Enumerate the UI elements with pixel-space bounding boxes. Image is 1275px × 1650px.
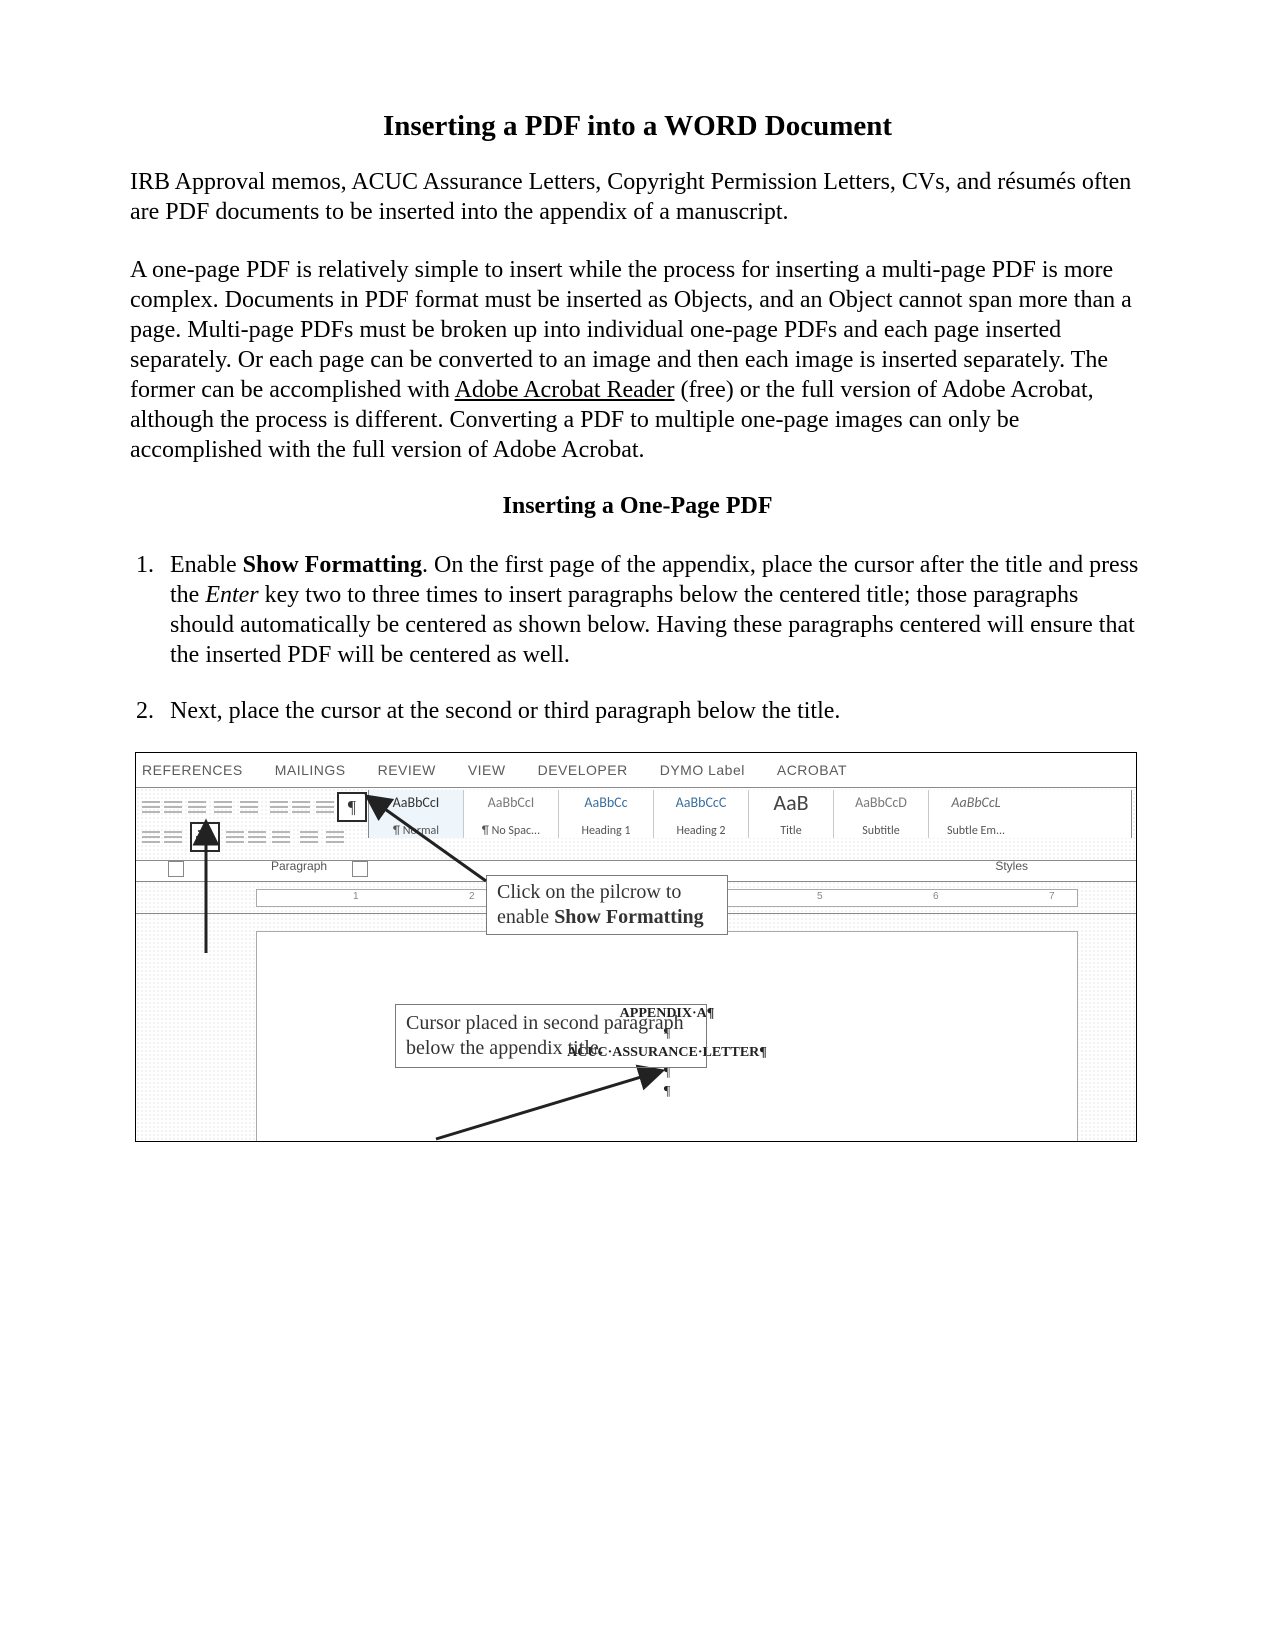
style-subtle-em[interactable]: AaBbCcL Subtle Em... [929, 790, 1023, 838]
intro-paragraph-1: IRB Approval memos, ACUC Assurance Lette… [130, 167, 1145, 227]
tab-acrobat[interactable]: ACROBAT [777, 762, 847, 778]
style-nospacing-preview: AaBbCcI [470, 792, 552, 814]
page: Inserting a PDF into a WORD Document IRB… [0, 0, 1275, 1650]
align-left-icon[interactable] [164, 828, 182, 844]
tab-view[interactable]: VIEW [468, 762, 506, 778]
ruler-mark-1: 1 [353, 891, 359, 902]
style-normal[interactable]: AaBbCcI ¶ Normal [369, 790, 464, 838]
step-1-lead: Enable [170, 552, 243, 578]
paragraph-group-launcher-icon[interactable] [352, 861, 368, 877]
style-title[interactable]: AaB Title [749, 790, 834, 838]
borders-icon[interactable] [326, 828, 344, 844]
step-1: Enable Show Formatting. On the first pag… [160, 550, 1145, 670]
page-title: Inserting a PDF into a WORD Document [130, 110, 1145, 143]
font-color-icon[interactable] [142, 828, 160, 844]
style-heading1-preview: AaBbCc [565, 792, 647, 814]
ribbon-tabs: REFERENCES MAILINGS REVIEW VIEW DEVELOPE… [136, 753, 1136, 788]
ruler-mark-7: 7 [1049, 891, 1055, 902]
bullets-icon[interactable] [188, 798, 206, 814]
font-group-launcher-icon[interactable] [168, 861, 184, 877]
style-heading2-label: Heading 2 [660, 824, 742, 838]
sort-icon[interactable] [316, 798, 334, 814]
styles-group-label: Styles [995, 859, 1028, 873]
doc-line-5: ¶ [257, 1082, 1077, 1102]
steps-list: Enable Show Formatting. On the first pag… [130, 550, 1145, 726]
tab-dymo[interactable]: DYMO Label [660, 762, 745, 778]
style-subtle-em-preview: AaBbCcL [935, 792, 1017, 814]
step-1-bold: Show Formatting [243, 552, 422, 578]
justify-icon[interactable] [248, 828, 266, 844]
line-spacing-icon[interactable] [272, 828, 290, 844]
numbering-icon[interactable] [214, 798, 232, 814]
style-subtle-em-label: Subtle Em... [935, 824, 1017, 838]
style-nospacing[interactable]: AaBbCcI ¶ No Spac... [464, 790, 559, 838]
section-heading: Inserting a One-Page PDF [130, 493, 1145, 520]
decrease-indent-icon[interactable] [270, 798, 288, 814]
font-dropdown-icon[interactable] [142, 798, 160, 814]
align-center-button[interactable] [190, 822, 220, 852]
increase-indent-icon[interactable] [292, 798, 310, 814]
style-subtitle-label: Subtitle [840, 824, 922, 838]
adobe-reader-link[interactable]: Adobe Acrobat Reader [455, 377, 675, 403]
styles-gallery: AaBbCcI ¶ Normal AaBbCcI ¶ No Spac... Aa… [368, 790, 1132, 838]
ruler-mark-2: 2 [469, 891, 475, 902]
tab-review[interactable]: REVIEW [378, 762, 436, 778]
step-2: Next, place the cursor at the second or … [160, 696, 1145, 726]
tab-developer[interactable]: DEVELOPER [538, 762, 628, 778]
style-nospacing-label: ¶ No Spac... [470, 824, 552, 838]
pilcrow-callout-l1: Click on the pilcrow to [497, 881, 681, 903]
word-screenshot: REFERENCES MAILINGS REVIEW VIEW DEVELOPE… [135, 752, 1137, 1142]
align-right-icon[interactable] [226, 828, 244, 844]
style-subtitle[interactable]: AaBbCcD Subtitle [834, 790, 929, 838]
pilcrow-callout: Click on the pilcrow to enable Show Form… [486, 875, 728, 935]
pilcrow-callout-bold: Show Formatting [554, 906, 703, 928]
ruler-mark-6: 6 [933, 891, 939, 902]
style-normal-preview: AaBbCcI [375, 792, 457, 814]
style-heading2-preview: AaBbCcC [660, 792, 742, 814]
style-heading1-label: Heading 1 [565, 824, 647, 838]
shading-icon[interactable] [300, 828, 318, 844]
pilcrow-callout-l2a: enable [497, 906, 554, 928]
show-formatting-button[interactable]: ¶ [337, 792, 367, 822]
style-subtitle-preview: AaBbCcD [840, 792, 922, 814]
style-title-label: Title [755, 824, 827, 838]
intro-paragraph-2: A one-page PDF is relatively simple to i… [130, 255, 1145, 465]
step-1-tail: key two to three times to insert paragra… [170, 582, 1135, 668]
step-1-enter: Enter [205, 582, 258, 608]
paragraph-group-label: Paragraph [271, 859, 327, 873]
tab-references[interactable]: REFERENCES [142, 762, 243, 778]
cursor-callout: Cursor placed in second paragraph below … [395, 1004, 707, 1068]
format-painter-icon[interactable] [164, 798, 182, 814]
style-normal-label: ¶ Normal [375, 824, 457, 838]
ruler-mark-5: 5 [817, 891, 823, 902]
multilevel-icon[interactable] [240, 798, 258, 814]
style-heading2[interactable]: AaBbCcC Heading 2 [654, 790, 749, 838]
tab-mailings[interactable]: MAILINGS [275, 762, 346, 778]
style-title-preview: AaB [755, 792, 827, 814]
style-heading1[interactable]: AaBbCc Heading 1 [559, 790, 654, 838]
ribbon: ¶ AaBbCcI ¶ Normal AaBbCcI ¶ No Spac... … [136, 788, 1136, 861]
